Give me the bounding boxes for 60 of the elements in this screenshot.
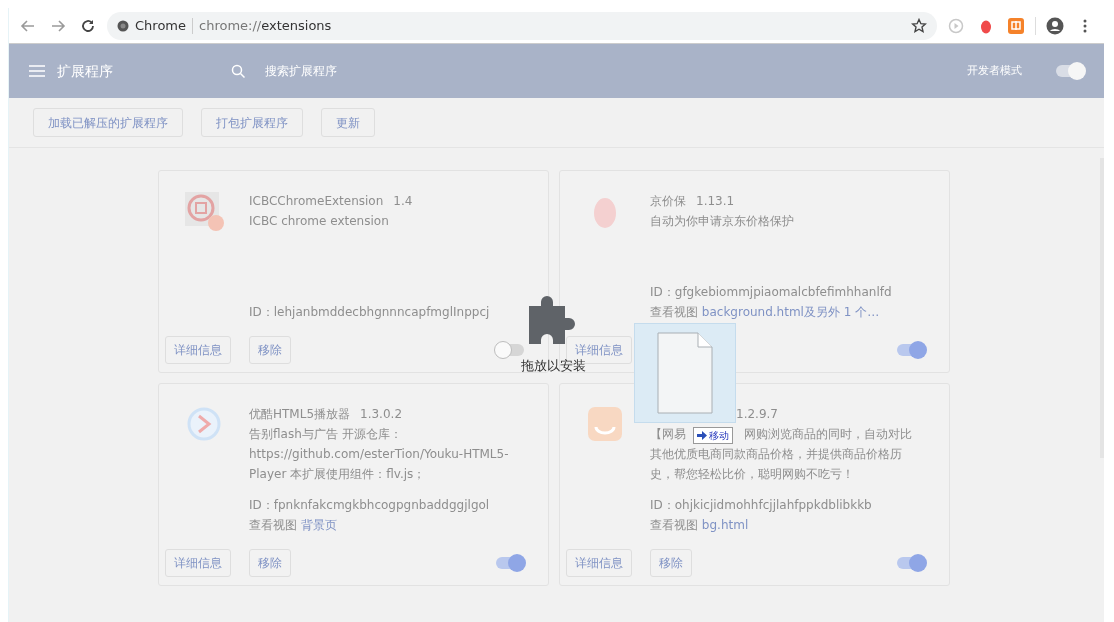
toggle-switch[interactable] bbox=[897, 344, 925, 356]
site-label: Chrome bbox=[135, 16, 186, 35]
toolbar-button[interactable]: 更新 bbox=[321, 108, 375, 137]
document-icon bbox=[657, 332, 713, 414]
toggle-switch[interactable] bbox=[496, 344, 524, 356]
description-text: ICBC chrome extension bbox=[249, 213, 389, 230]
toggle-switch[interactable] bbox=[897, 557, 925, 569]
back-icon[interactable] bbox=[20, 17, 36, 34]
views-label: 查看视图 bbox=[650, 518, 698, 532]
extension-id: ID：lehjanbmddecbhgnnncapfmglInppcj bbox=[249, 304, 491, 321]
remove-button[interactable]: 移除 bbox=[249, 549, 291, 577]
views-label: 查看视图 bbox=[249, 518, 297, 532]
dev-mode-label: 开发者模式 bbox=[967, 62, 1022, 79]
extension-version: 1.13.1 bbox=[696, 194, 735, 208]
description-text: 【网易 bbox=[650, 426, 686, 443]
toggle-switch[interactable] bbox=[1056, 65, 1084, 77]
toolbar-button[interactable]: 加载已解压的扩展程序 bbox=[33, 108, 183, 137]
extension-name: 优酷HTML5播放器 bbox=[249, 407, 351, 421]
page-title: 扩展程序 bbox=[57, 61, 113, 81]
description-text: 网购浏览商品的同时，自动对比 bbox=[744, 426, 912, 443]
extension-logo-icon bbox=[184, 191, 224, 233]
account-icon[interactable] bbox=[1046, 16, 1064, 35]
details-button[interactable]: 详细信息 bbox=[566, 549, 632, 577]
description-text: Player 本扩展使用组件：flv.js； bbox=[249, 466, 426, 483]
reload-icon[interactable] bbox=[80, 17, 96, 34]
extension-version: 1.2.9.7 bbox=[736, 407, 778, 421]
move-label: 移动 bbox=[709, 429, 729, 443]
arrow-icon bbox=[697, 431, 707, 440]
views-label: 查看视图 bbox=[650, 305, 698, 319]
extension-id: ID：fpnknfakcmgkbhcogpgnbaddggjlgol bbox=[249, 497, 491, 514]
star-icon[interactable] bbox=[911, 17, 927, 34]
extension-id: ID：ohjkicjidmohhfcjjlahfppkdblibkkb bbox=[650, 497, 873, 514]
view-link[interactable]: 背景页 bbox=[300, 518, 337, 532]
extension-version: 1.4 bbox=[393, 194, 413, 208]
details-button[interactable]: 详细信息 bbox=[165, 549, 231, 577]
site-info-icon[interactable] bbox=[117, 19, 129, 32]
play-circle-icon[interactable] bbox=[948, 17, 964, 34]
search-icon bbox=[231, 64, 245, 78]
address-bar[interactable]: Chrome chrome://extensions bbox=[107, 11, 937, 40]
view-link[interactable]: bg.html bbox=[701, 518, 749, 532]
menu-icon[interactable] bbox=[1083, 17, 1087, 34]
remove-button[interactable]: 移除 bbox=[650, 549, 692, 577]
description-text: 自动为你申请京东价格保护 bbox=[650, 213, 794, 230]
description-text: 其他优质电商同款商品价格，并提供商品价格历 bbox=[650, 446, 902, 463]
remove-button[interactable]: 移除 bbox=[249, 336, 291, 364]
description-text: 史，帮您轻松比价，聪明网购不吃亏！ bbox=[650, 466, 854, 483]
details-button[interactable]: 详细信息 bbox=[165, 336, 231, 364]
toolbar-button[interactable]: 打包扩展程序 bbox=[201, 108, 303, 137]
extension-name: ICBCChromeExtension bbox=[249, 194, 384, 208]
search-field[interactable]: 搜索扩展程序 bbox=[263, 61, 563, 81]
extension-name: 京价保 bbox=[650, 194, 686, 208]
view-link[interactable]: background.html及另外 1 个… bbox=[701, 305, 880, 319]
url-text: chrome://extensions bbox=[199, 16, 332, 35]
description-text: https://github.com/esterTion/Youku-HTML5- bbox=[249, 446, 509, 463]
toggle-switch[interactable] bbox=[496, 557, 524, 569]
extension-version: 1.3.0.2 bbox=[360, 407, 402, 421]
forward-icon[interactable] bbox=[50, 17, 66, 34]
description-text: 告别flash与广告 开源仓库： bbox=[249, 426, 402, 443]
extension-id: ID：gfgkebiommjpiaomalcbfefimhhanlfd bbox=[650, 284, 893, 301]
square-logo-icon[interactable] bbox=[1007, 16, 1025, 35]
